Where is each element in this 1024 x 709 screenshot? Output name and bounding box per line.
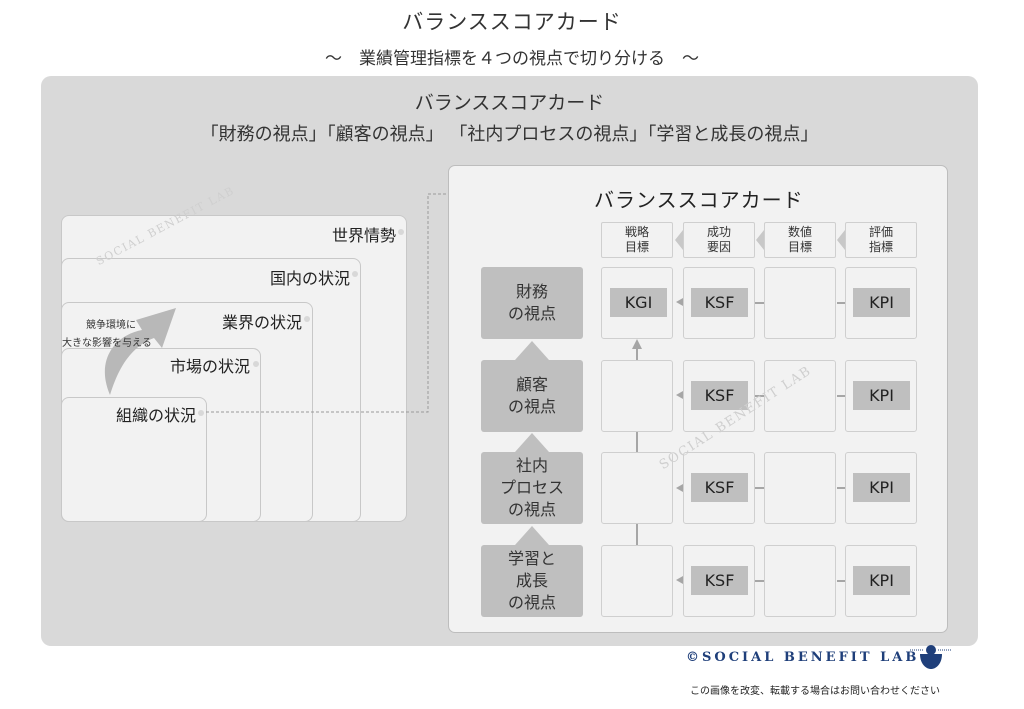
usage-notice: この画像を改変、転載する場合はお問い合わせください [690,686,940,697]
perspective-label: 顧客 の視点 [507,375,556,416]
connector-dash [755,302,764,304]
triangle-up-icon [515,526,549,545]
perspective-financial: 財務 の視点 [481,267,583,339]
connector-dash [837,487,845,489]
chevron-left-icon [837,230,845,250]
chevron-left-icon [675,230,683,250]
column-header-line: 目標 [624,240,649,254]
kpi-tag: KPI [853,288,910,317]
column-header-line: 成功 [706,225,731,239]
triangle-up-icon [515,341,549,360]
ksf-tag: KSF [691,473,748,502]
impact-arrow-icon [104,308,176,395]
perspective-label: 財務 の視点 [507,282,556,323]
column-header-line: 要因 [706,240,731,254]
connector-dash [837,302,845,304]
perspective-customer: 顧客 の視点 [481,360,583,432]
logo-icon [910,645,952,669]
column-header-strategic-goal: 戦略 目標 [601,222,673,258]
env-box-organization: 組織の状況 [61,397,207,522]
target-cell [764,452,836,524]
column-header-line: 指標 [868,240,893,254]
perspective-internal-process: 社内 プロセス の視点 [481,452,583,524]
column-header-line: 評価 [868,225,893,239]
connector-dash [837,580,845,582]
goal-cell [601,360,673,432]
column-header-evaluation-metric: 評価 指標 [845,222,917,258]
main-subtitle: ～ 業績管理指標を４つの視点で切り分ける ～ [325,49,699,69]
arrow-left-icon [676,484,683,492]
arrow-left-icon [676,298,683,306]
column-header-line: 目標 [787,240,812,254]
perspective-label: 社内 プロセス の視点 [499,456,564,519]
impact-text-line2: 大きな影響を与える [62,338,152,349]
scorecard-title: バランススコアカード [594,188,804,212]
arrow-left-icon [676,576,683,584]
chevron-left-icon [756,230,764,250]
goal-cell [601,545,673,617]
connector-dash [755,487,764,489]
triangle-up-icon [515,433,549,452]
connector-dash [837,395,845,397]
perspective-label: 学習と 成長 の視点 [507,549,556,612]
arrow-up-icon [632,339,642,349]
kgi-tag: KGI [610,288,667,317]
impact-text-line1: 競争環境に [86,320,136,331]
ksf-tag: KSF [691,288,748,317]
main-title: バランススコアカード [402,10,622,34]
ksf-tag: KSF [691,566,748,595]
perspective-learning-growth: 学習と 成長 の視点 [481,545,583,617]
kpi-tag: KPI [853,381,910,410]
target-cell [764,545,836,617]
copyright-credit: ©SOCIAL BENEFIT LAB [686,650,920,665]
kpi-tag: KPI [853,473,910,502]
column-header-line: 戦略 [624,225,649,239]
kpi-tag: KPI [853,566,910,595]
connector-dash [755,580,764,582]
target-cell [764,267,836,339]
env-label-organization: 組織の状況 [115,406,196,425]
column-header-numeric-target: 数値 目標 [764,222,836,258]
column-header-line: 数値 [787,225,812,239]
panel-subtitle: 「財務の視点」「顧客の視点」 「社内プロセスの視点」「学習と成長の視点」 [200,124,819,145]
panel-title: バランススコアカード [414,92,605,114]
column-header-success-factor: 成功 要因 [683,222,755,258]
arrow-left-icon [676,391,683,399]
